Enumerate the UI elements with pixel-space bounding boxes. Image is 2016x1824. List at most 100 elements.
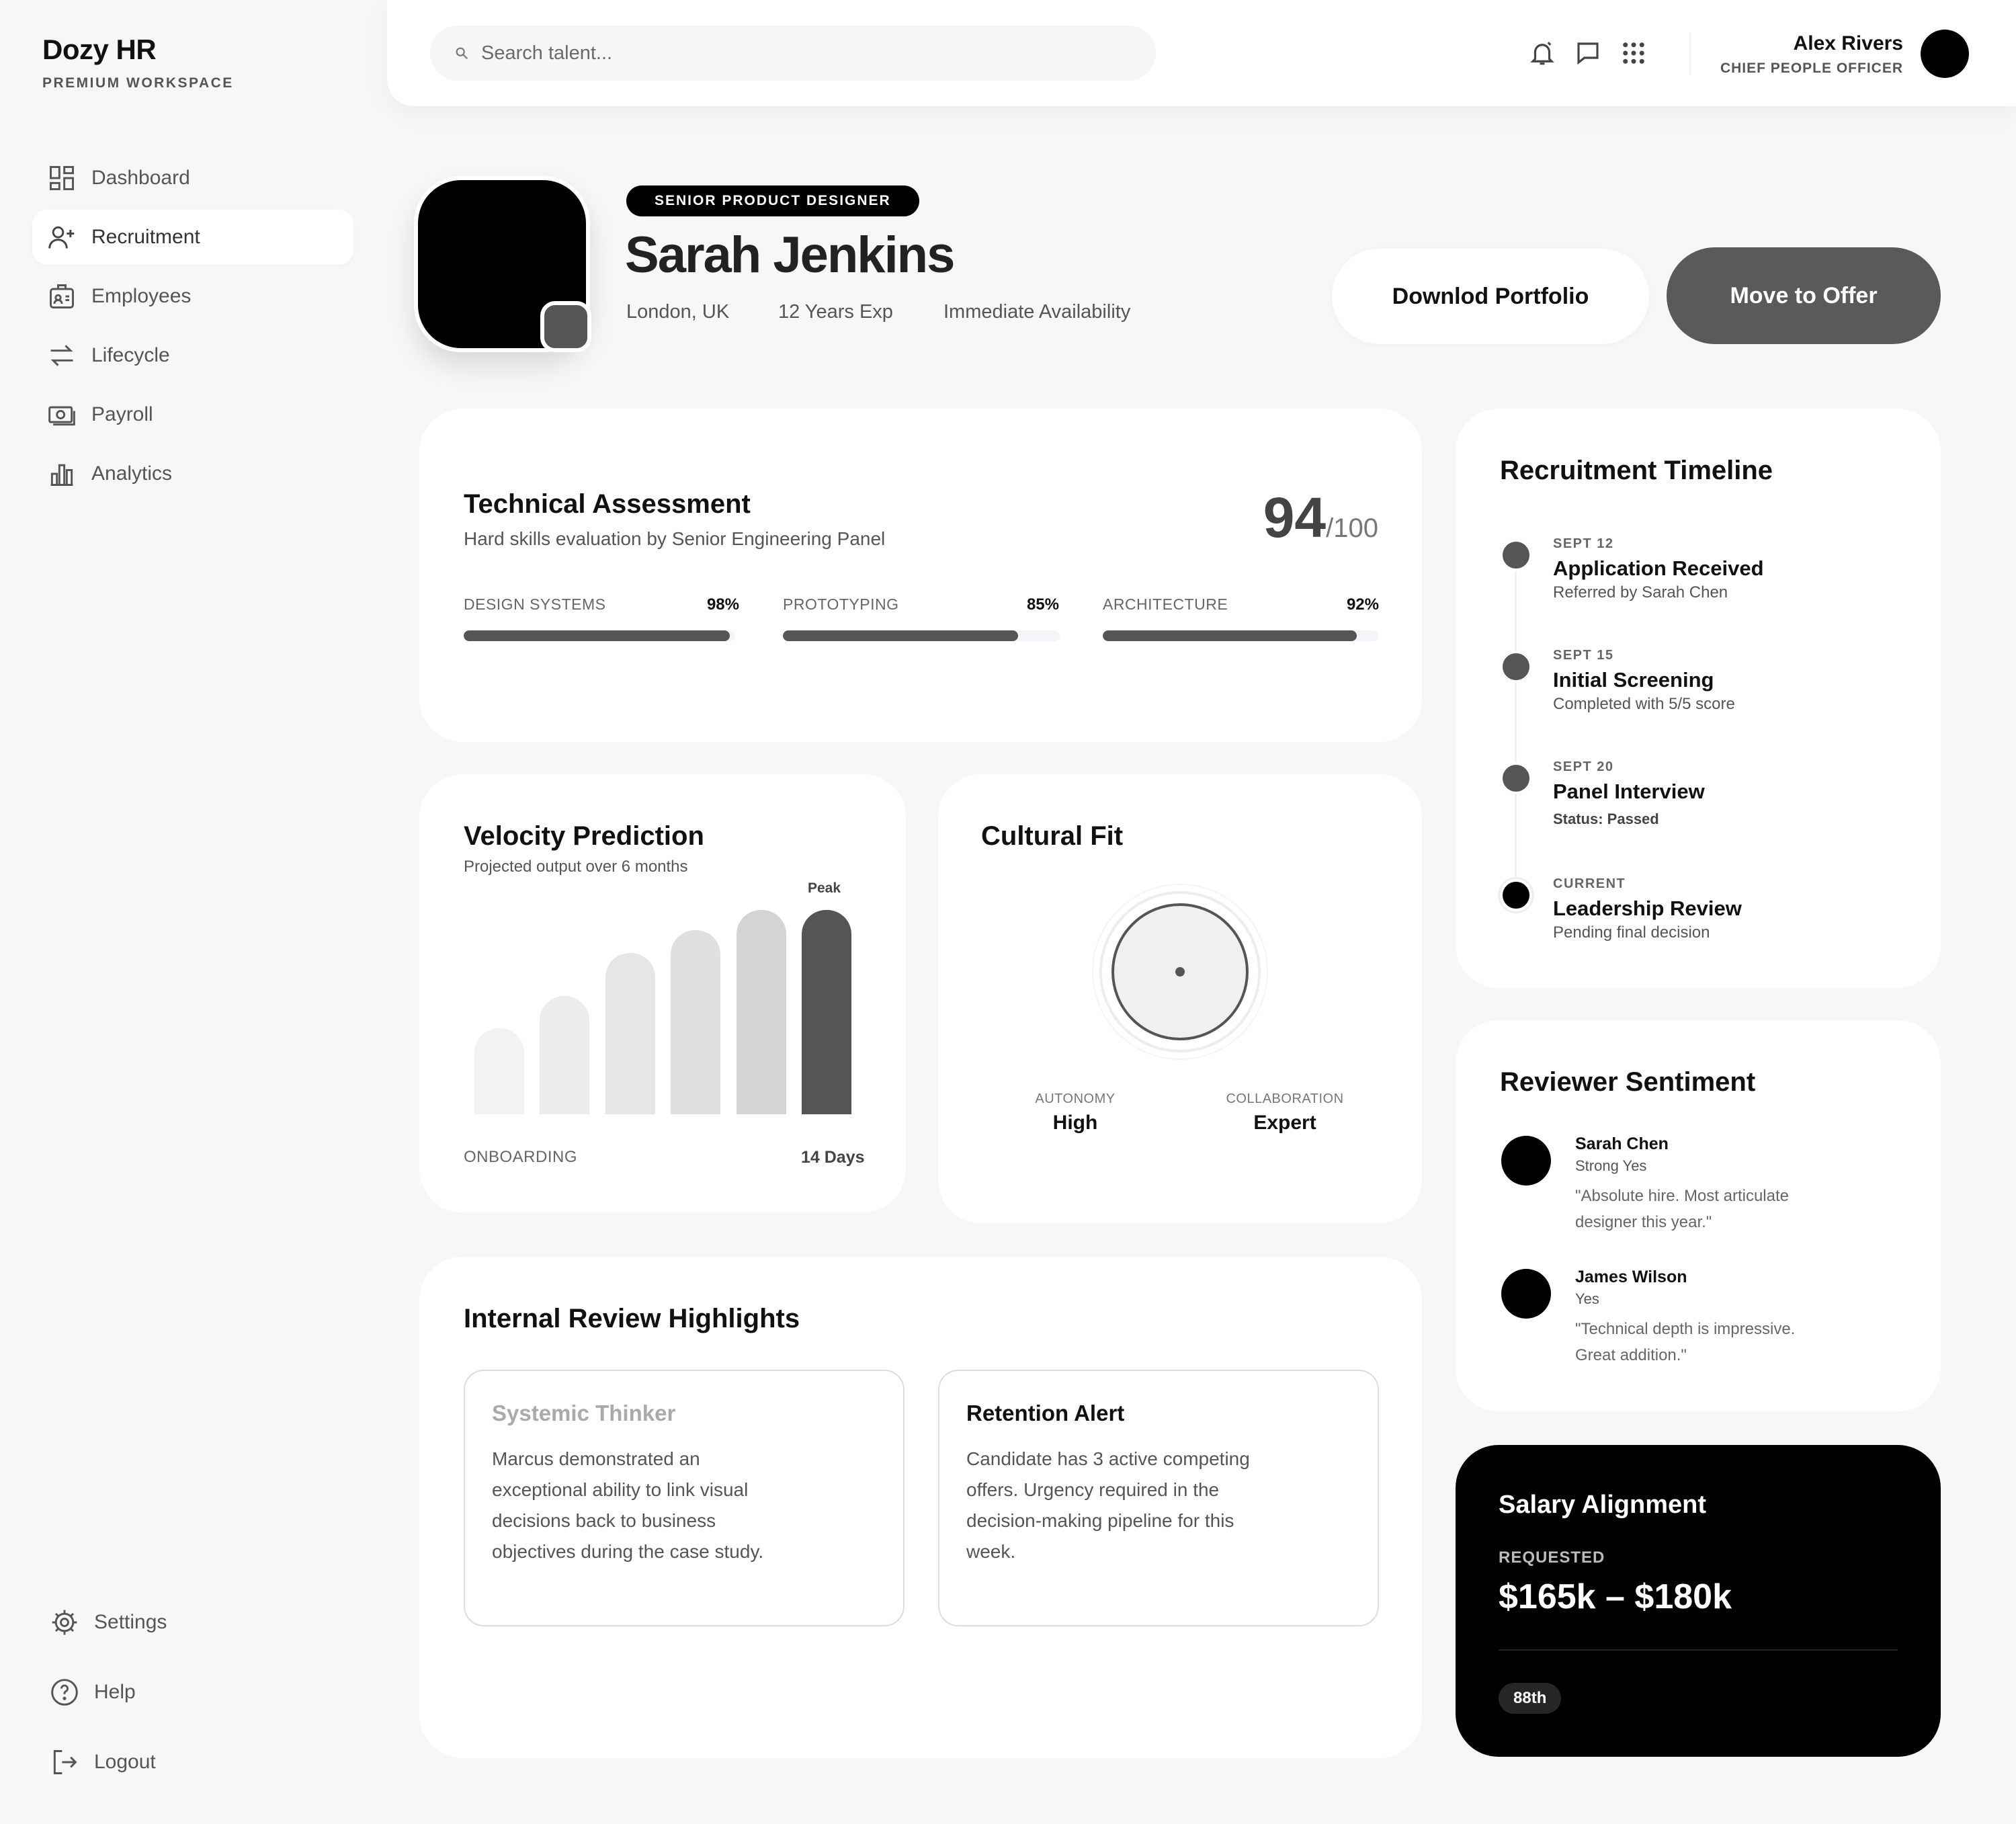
timeline-event-title: Leadership Review <box>1553 897 1742 920</box>
velocity-bar <box>802 910 851 1114</box>
highlights-title: Internal Review Highlights <box>464 1304 800 1333</box>
candidate-availability: Immediate Availability <box>943 301 1131 323</box>
sidebar-item-label: Analytics <box>91 462 173 485</box>
brand-title: Dozy HR <box>42 34 157 65</box>
skill-bar <box>1103 630 1379 641</box>
salary-divider <box>1499 1649 1898 1651</box>
sidebar-item-label: Logout <box>94 1751 156 1773</box>
technical-assessment-card <box>419 409 1422 742</box>
timeline-event-sub: Status: Passed <box>1553 811 1659 827</box>
badge-icon <box>50 284 74 308</box>
status-badge <box>540 301 591 352</box>
avatar[interactable] <box>1921 30 1969 78</box>
timeline-date: SEPT 20 <box>1553 759 1614 774</box>
skill-bar-fill <box>1103 630 1357 641</box>
user-name: Alex Rivers <box>1793 32 1903 54</box>
sidebar-item-payroll[interactable]: Payroll <box>32 387 353 442</box>
fit-metric-label: COLLABORATION <box>1226 1091 1344 1106</box>
apps-grid-icon[interactable] <box>1620 39 1648 67</box>
timeline-event-title: Initial Screening <box>1553 668 1714 692</box>
sidebar-item-help[interactable]: Help <box>50 1677 136 1707</box>
salary-label: REQUESTED <box>1499 1548 1605 1567</box>
reviewer-name: Sarah Chen <box>1575 1134 1669 1153</box>
skill-value: 98% <box>706 595 739 614</box>
timeline-event-title: Application Received <box>1553 556 1764 580</box>
reviewer-quote: "Technical depth is impressive. Great ad… <box>1575 1320 1796 1364</box>
sidebar-item-dashboard[interactable]: Dashboard <box>32 151 353 206</box>
sidebar-item-settings[interactable]: Settings <box>50 1608 167 1637</box>
timeline-dot-current <box>1500 879 1532 911</box>
highlight-text: Candidate has 3 active competing offers.… <box>966 1448 1250 1562</box>
reviewer-verdict: Yes <box>1575 1290 1599 1307</box>
move-to-offer-button[interactable]: Move to Offer <box>1667 247 1941 344</box>
user-role: CHIEF PEOPLE OFFICER <box>1720 60 1903 76</box>
score-max: /100 <box>1326 513 1378 543</box>
cultural-fit-title: Cultural Fit <box>981 821 1124 851</box>
download-portfolio-button[interactable]: Downlod Portfolio <box>1332 249 1649 344</box>
user-plus-icon <box>48 226 75 249</box>
skill-value: 85% <box>1026 595 1059 614</box>
sidebar-item-lifecycle[interactable]: Lifecycle <box>32 328 353 383</box>
sidebar-item-label: Payroll <box>91 403 153 425</box>
salary-range: $165k – $180k <box>1499 1577 1732 1616</box>
assessment-title: Technical Assessment <box>464 489 751 519</box>
reviewer-verdict: Strong Yes <box>1575 1157 1647 1174</box>
timeline-date: SEPT 15 <box>1553 648 1614 663</box>
swap-icon <box>50 345 73 366</box>
velocity-bar <box>605 953 655 1114</box>
sidebar-item-analytics[interactable]: Analytics <box>32 446 353 501</box>
onboarding-label: ONBOARDING <box>464 1148 578 1166</box>
assessment-score: 94/100 <box>1263 485 1378 550</box>
chart-icon <box>50 464 73 486</box>
skill-value: 92% <box>1346 595 1379 614</box>
sidebar-item-label: Lifecycle <box>91 344 170 366</box>
sidebar-item-logout[interactable]: Logout <box>50 1747 156 1777</box>
sidebar-item-label: Dashboard <box>91 167 190 189</box>
brand-subtitle: PREMIUM WORKSPACE <box>42 75 234 91</box>
skill-bar <box>783 630 1060 641</box>
timeline-event-sub: Completed with 5/5 score <box>1553 695 1735 713</box>
percentile-badge: 88th <box>1499 1683 1562 1714</box>
help-icon <box>51 1679 78 1706</box>
velocity-subtitle: Projected output over 6 months <box>464 858 688 876</box>
candidate-experience: 12 Years Exp <box>778 301 893 323</box>
fit-metric-label: AUTONOMY <box>1035 1091 1116 1106</box>
timeline-date: CURRENT <box>1553 876 1626 891</box>
search-bar[interactable] <box>430 26 1156 81</box>
sentiment-title: Reviewer Sentiment <box>1500 1067 1756 1097</box>
skill-bar-fill <box>464 630 730 641</box>
salary-title: Salary Alignment <box>1499 1491 1707 1519</box>
timeline-line <box>1515 558 1517 894</box>
dashboard-icon <box>50 166 74 190</box>
sidebar-item-label: Settings <box>94 1611 167 1633</box>
timeline-event-sub: Referred by Sarah Chen <box>1553 583 1728 602</box>
velocity-bar <box>474 1028 524 1114</box>
sidebar-item-label: Employees <box>91 285 192 307</box>
sidebar-item-employees[interactable]: Employees <box>32 269 353 324</box>
role-badge: SENIOR PRODUCT DESIGNER <box>626 185 919 216</box>
radar-chart <box>1092 884 1268 1060</box>
candidate-name: Sarah Jenkins <box>625 226 955 284</box>
timeline-title: Recruitment Timeline <box>1500 456 1773 485</box>
velocity-bar <box>737 910 786 1114</box>
reviewer-avatar <box>1501 1136 1551 1186</box>
timeline-event-title: Panel Interview <box>1553 780 1705 803</box>
score-value: 94 <box>1263 486 1327 549</box>
chat-icon[interactable] <box>1574 39 1602 67</box>
timeline-event-sub: Pending final decision <box>1553 923 1710 942</box>
velocity-bar <box>671 930 720 1114</box>
fit-metric-value: Expert <box>1253 1112 1316 1134</box>
velocity-title: Velocity Prediction <box>464 821 704 851</box>
sidebar-item-label: Recruitment <box>91 226 200 248</box>
assessment-subtitle: Hard skills evaluation by Senior Enginee… <box>464 528 886 549</box>
highlight-text: Marcus demonstrated an exceptional abili… <box>492 1448 764 1562</box>
highlight-item: Systemic Thinker Marcus demonstrated an … <box>464 1370 905 1626</box>
search-icon <box>456 47 468 60</box>
skill-bar-fill <box>783 630 1019 641</box>
highlight-title: Retention Alert <box>966 1401 1125 1425</box>
bell-icon[interactable] <box>1528 39 1556 67</box>
sidebar-item-recruitment[interactable]: Recruitment <box>32 210 353 265</box>
reviewer-quote: "Absolute hire. Most articulate designer… <box>1575 1187 1789 1231</box>
highlight-title: Systemic Thinker <box>492 1401 676 1425</box>
search-input[interactable] <box>481 42 1086 65</box>
